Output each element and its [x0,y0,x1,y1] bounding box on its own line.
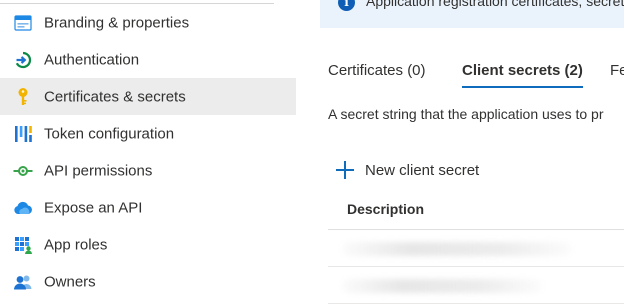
column-header-description[interactable]: Description [347,201,424,217]
tab-bar: Certificates (0) Client secrets (2) Fe [328,62,624,92]
main-content: i Application registration certificates,… [296,0,624,308]
key-icon [13,87,33,106]
sidebar-item-expose-an-api[interactable]: Expose an API [0,189,296,226]
tab-federated-credentials[interactable]: Fe [610,62,624,79]
branding-icon [13,14,33,32]
table-row[interactable] [328,267,624,304]
sidebar-item-label: Certificates & secrets [44,88,186,105]
tab-label: Client secrets (2) [462,62,583,79]
authentication-icon [13,51,33,69]
redacted-description [342,279,542,293]
sidebar-item-branding-properties[interactable]: Branding & properties [0,4,296,41]
sidebar-item-label: App roles [44,236,108,253]
sidebar-item-token-configuration[interactable]: Token configuration [0,115,296,152]
redacted-description [342,242,572,256]
tab-client-secrets[interactable]: Client secrets (2) [462,62,583,88]
sidebar-item-label: Authentication [44,51,140,68]
sidebar-item-certificates-secrets[interactable]: Certificates & secrets [0,78,296,115]
sidebar-item-label: Expose an API [44,199,143,216]
app-roles-icon [13,236,33,254]
sidebar-item-authentication[interactable]: Authentication [0,41,296,78]
banner-text: Application registration certificates, s… [366,0,624,9]
sidebar-item-app-roles[interactable]: App roles [0,226,296,263]
sidebar-item-label: API permissions [44,162,153,179]
active-tab-indicator [462,86,583,88]
cloud-icon [13,199,33,217]
sidebar-item-label: Token configuration [44,125,175,142]
api-permissions-icon [13,162,33,180]
sidebar-item-label: Owners [44,273,96,290]
plus-icon [336,161,354,179]
sidebar-item-owners[interactable]: Owners [0,263,296,300]
info-icon: i [338,0,355,11]
section-description: A secret string that the application use… [328,106,604,122]
sidebar-item-label: Branding & properties [44,14,190,31]
tab-certificates[interactable]: Certificates (0) [328,62,426,79]
owners-icon [13,273,33,291]
sidebar-item-api-permissions[interactable]: API permissions [0,152,296,189]
info-banner: i Application registration certificates,… [320,0,624,28]
new-client-secret-label: New client secret [365,161,480,179]
sidebar-nav: Branding & properties Authentication Cer… [0,0,296,308]
token-configuration-icon [13,125,33,143]
divider [328,303,624,304]
table-row[interactable] [328,230,624,267]
new-client-secret-button[interactable]: New client secret [336,158,479,182]
